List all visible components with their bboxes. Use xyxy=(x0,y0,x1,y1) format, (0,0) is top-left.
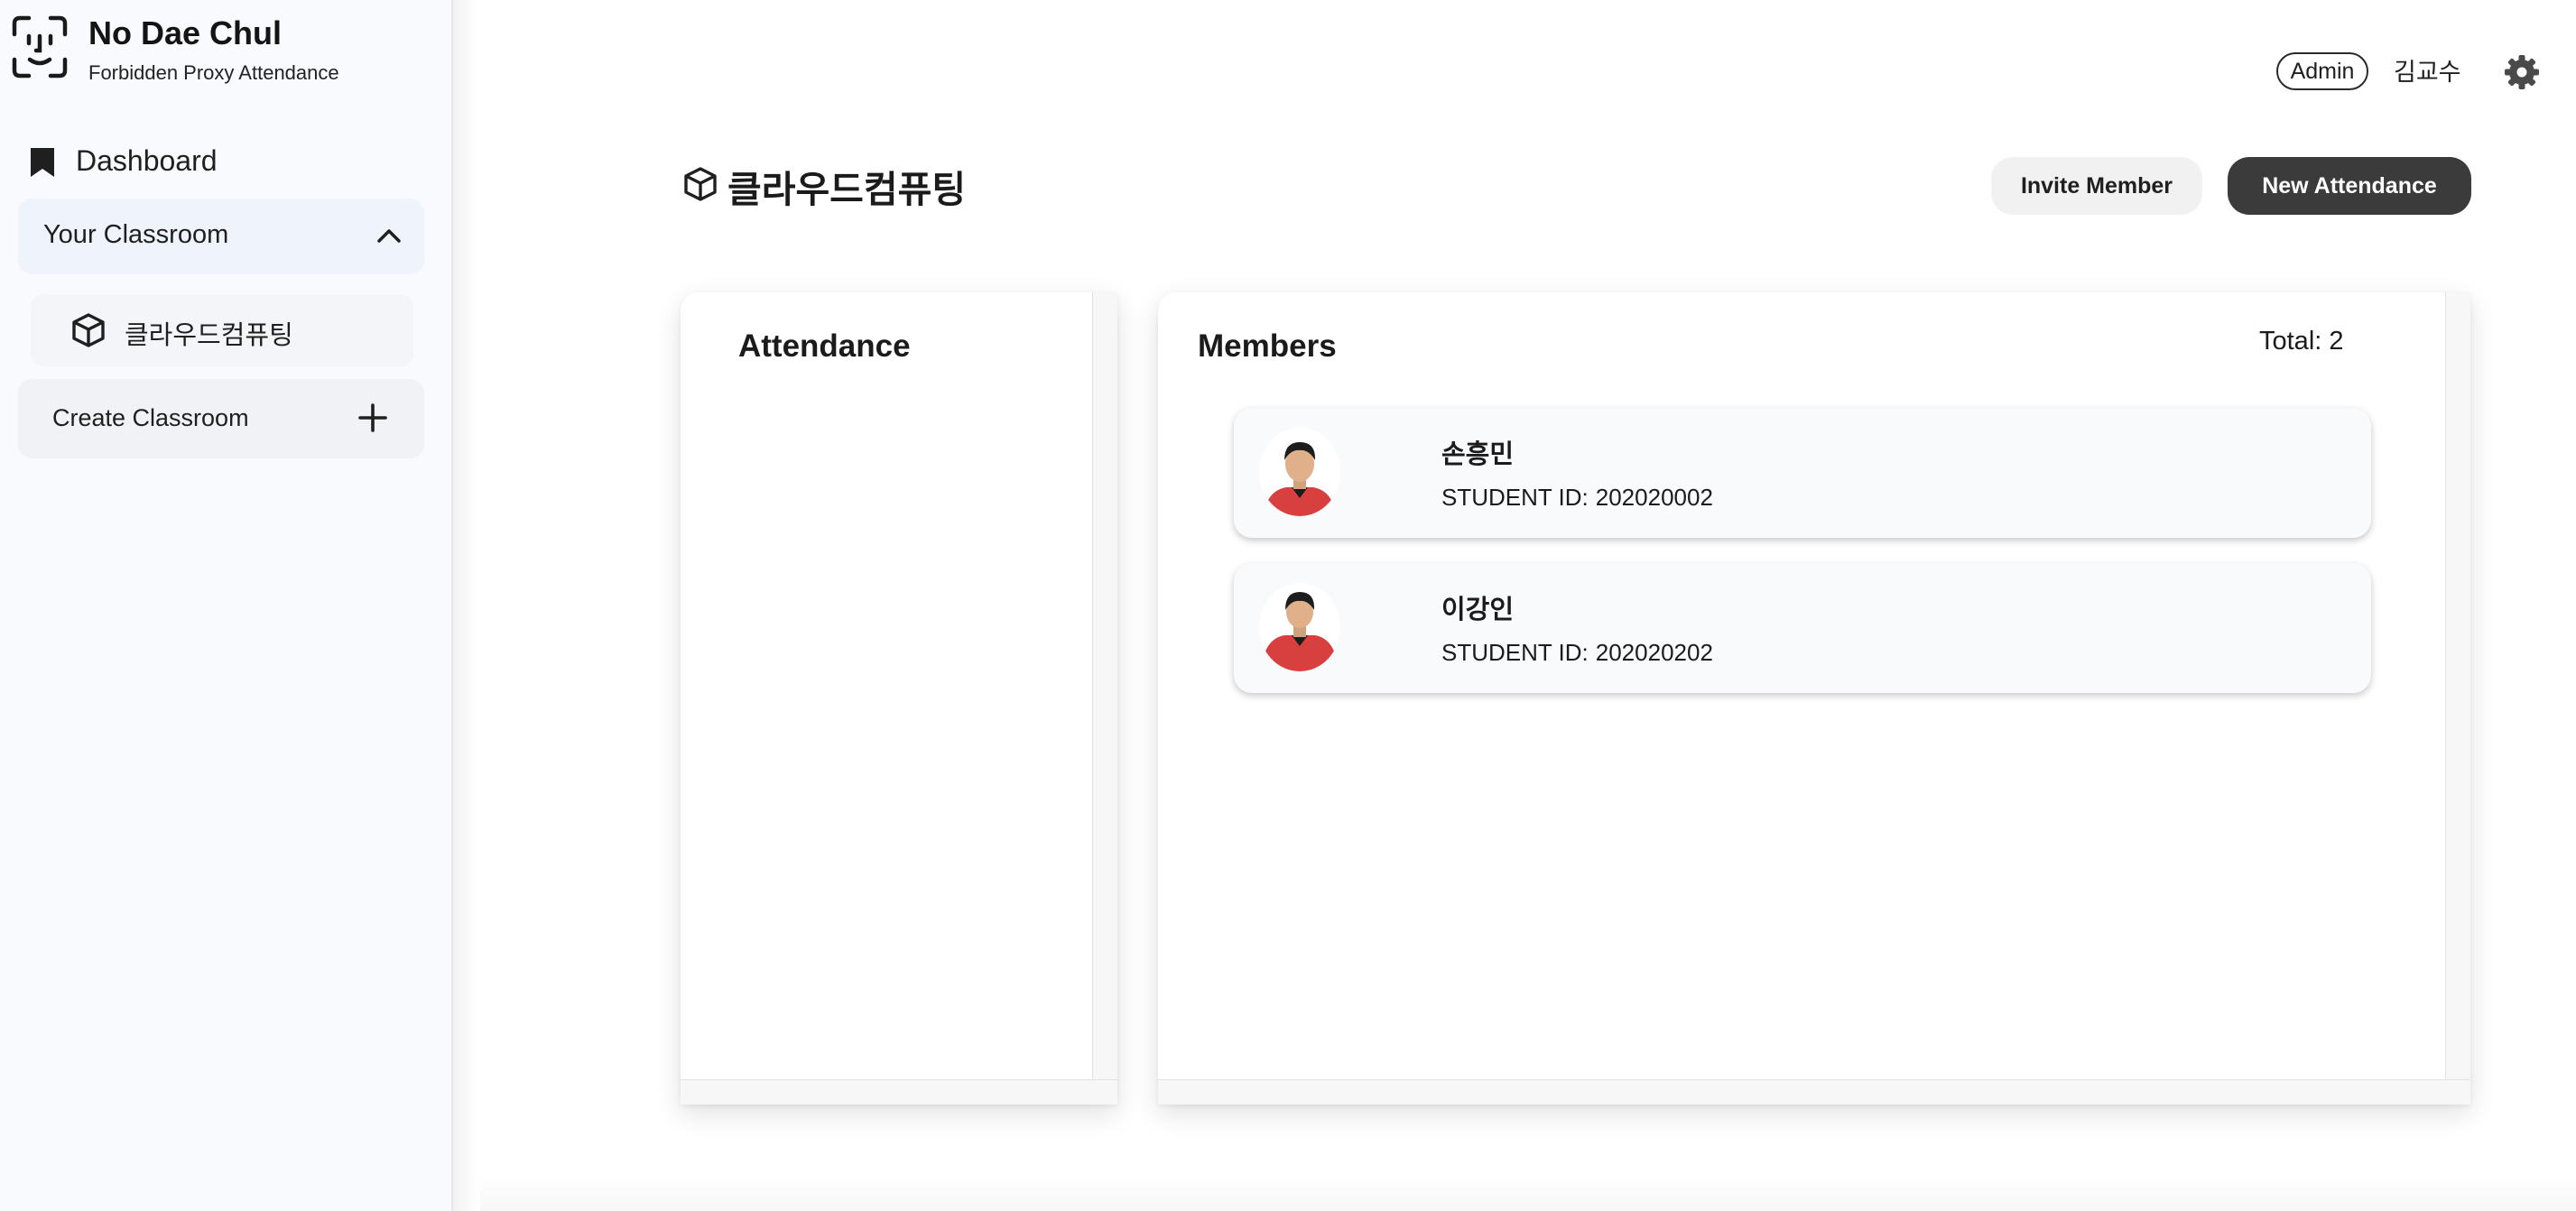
invite-member-button[interactable]: Invite Member xyxy=(1991,157,2202,215)
app-title: No Dae Chul xyxy=(88,14,283,51)
avatar xyxy=(1259,583,1340,671)
sidebar-item-label: 클라우드컴퓨팅 xyxy=(125,321,293,350)
student-id-label: STUDENT ID: xyxy=(1441,484,1589,511)
app-tagline: Forbidden Proxy Attendance xyxy=(88,61,339,84)
members-card: Members Total: 2 손흥민 STUDENT ID: 20202000… xyxy=(1158,292,2470,1105)
student-id-label: STUDENT ID: xyxy=(1441,639,1589,666)
face-scan-icon xyxy=(12,15,68,79)
user-name: 김교수 xyxy=(2394,59,2461,86)
sidebar-item-label: Dashboard xyxy=(76,144,218,177)
page-title: 클라우드컴퓨팅 xyxy=(727,169,967,210)
sidebar-item-dashboard[interactable]: Dashboard xyxy=(23,139,421,186)
members-title: Members xyxy=(1198,328,1337,364)
sidebar: No Dae Chul Forbidden Proxy Attendance D… xyxy=(0,0,453,1211)
attendance-title: Attendance xyxy=(738,328,911,364)
card-footer xyxy=(681,1079,1117,1105)
plus-icon xyxy=(358,403,387,432)
sidebar-group-your-classroom[interactable]: Your Classroom xyxy=(18,199,424,274)
bookmark-icon xyxy=(31,148,54,177)
sidebar-shadow xyxy=(453,0,480,1211)
card-scroll-rail xyxy=(1092,292,1117,1105)
member-card[interactable]: 손흥민 STUDENT ID: 202020002 xyxy=(1234,408,2371,538)
member-student-id: STUDENT ID: 202020002 xyxy=(1441,484,1713,512)
card-scroll-rail xyxy=(2445,292,2470,1105)
attendance-card: Attendance xyxy=(681,292,1117,1105)
bottom-fade xyxy=(480,1175,2576,1211)
member-name: 손흥민 xyxy=(1441,440,1515,469)
role-badge: Admin xyxy=(2276,52,2368,90)
cube-icon xyxy=(684,167,717,201)
chevron-up-icon[interactable] xyxy=(375,224,403,247)
avatar xyxy=(1259,428,1340,516)
members-total: Total: 2 xyxy=(2259,327,2344,356)
brand: No Dae Chul Forbidden Proxy Attendance xyxy=(11,9,444,90)
student-id-value: 202020202 xyxy=(1595,639,1713,666)
member-student-id: STUDENT ID: 202020202 xyxy=(1441,639,1713,667)
student-id-value: 202020002 xyxy=(1595,484,1713,511)
member-name: 이강인 xyxy=(1441,596,1515,624)
cube-icon xyxy=(72,313,105,347)
sidebar-group-label: Your Classroom xyxy=(43,220,229,249)
create-classroom-button[interactable]: Create Classroom xyxy=(18,379,424,458)
create-classroom-label: Create Classroom xyxy=(52,404,249,431)
sidebar-item-classroom[interactable]: 클라우드컴퓨팅 xyxy=(31,294,413,366)
gear-icon[interactable] xyxy=(2504,54,2540,90)
member-card[interactable]: 이강인 STUDENT ID: 202020202 xyxy=(1234,563,2371,693)
new-attendance-button[interactable]: New Attendance xyxy=(2228,157,2471,215)
card-footer xyxy=(1158,1079,2470,1105)
